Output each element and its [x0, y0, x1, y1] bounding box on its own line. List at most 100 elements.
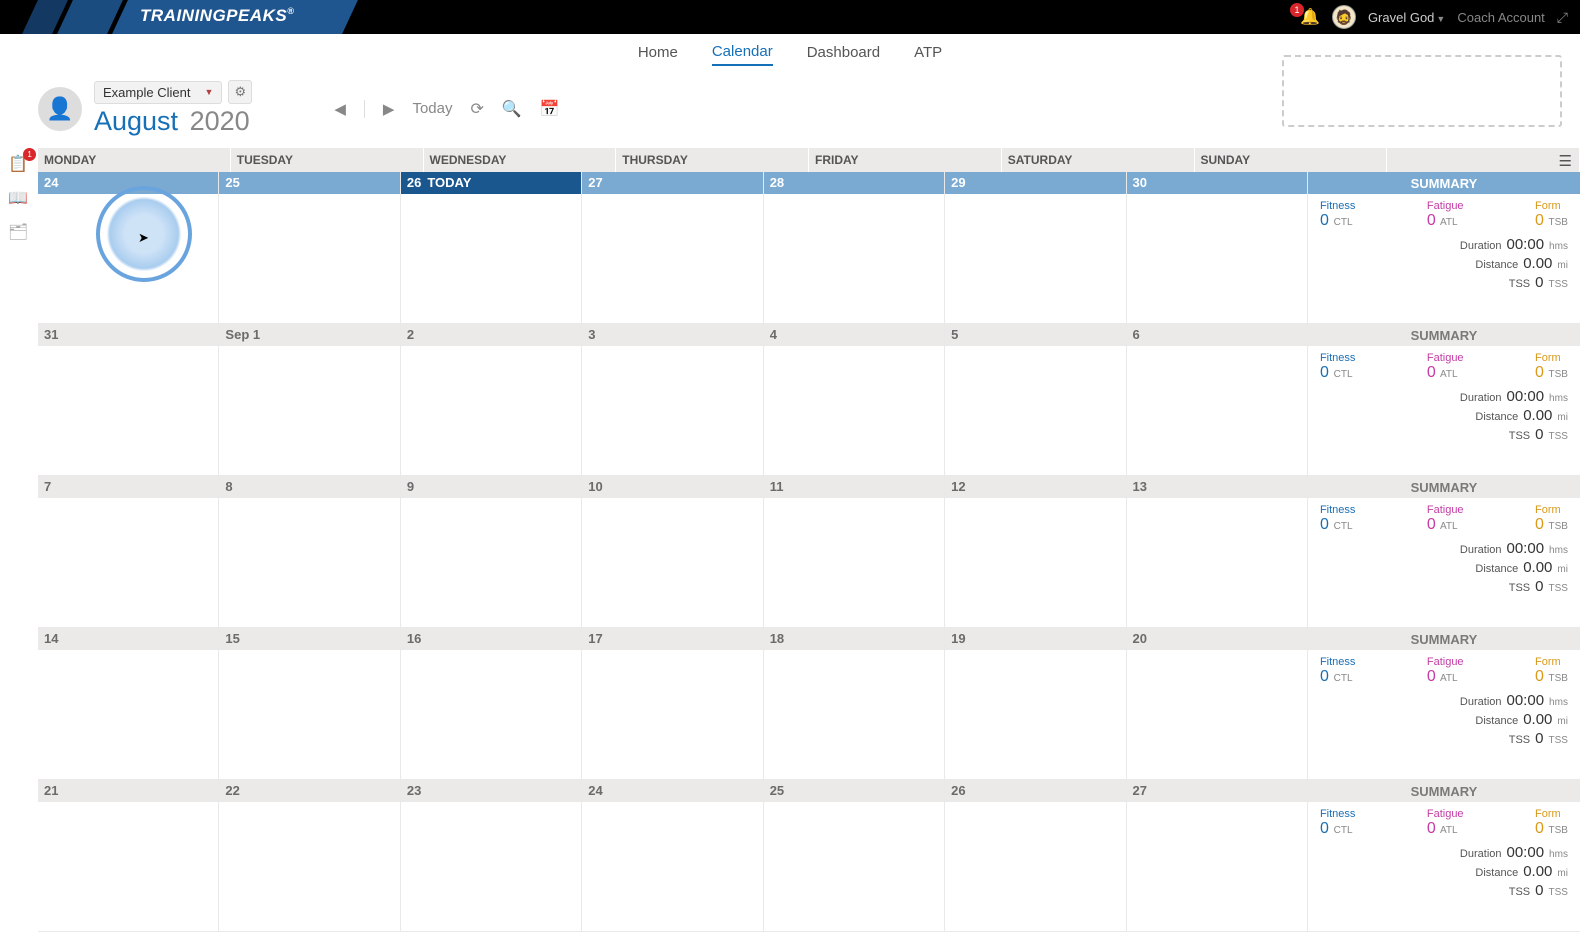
library-icon[interactable]: 📋 1 — [8, 154, 28, 174]
calendar-day[interactable]: Sep 1 — [219, 324, 400, 475]
calendar-day[interactable]: 15 — [219, 628, 400, 779]
distance-value: 0.00 — [1523, 407, 1552, 424]
calendar-day[interactable]: 31 — [38, 324, 219, 475]
duration-label: Duration — [1460, 544, 1502, 556]
form-label: Form — [1535, 504, 1568, 516]
calendar-day[interactable]: 17 — [582, 628, 763, 779]
calendar-day[interactable]: 8 — [219, 476, 400, 627]
prev-button[interactable]: ◀ — [334, 100, 346, 118]
fitness-value: 0 — [1320, 364, 1329, 381]
fitness-unit: CTL — [1331, 673, 1353, 684]
tss-value: 0 — [1535, 730, 1543, 747]
month-title: August 2020 — [94, 106, 252, 137]
calendar-day[interactable]: 26TODAY — [401, 172, 582, 323]
calendar-day[interactable]: 2 — [401, 324, 582, 475]
calendar-day[interactable]: 10 — [582, 476, 763, 627]
client-avatar[interactable]: 👤 — [38, 87, 82, 131]
calendar-day[interactable]: 12 — [945, 476, 1126, 627]
calendar-day[interactable]: 22 — [219, 780, 400, 931]
fitness-value: 0 — [1320, 820, 1329, 837]
calendar-day[interactable]: 6 — [1127, 324, 1308, 475]
calendar-day[interactable]: 30 — [1127, 172, 1308, 323]
tss-label: TSS — [1509, 582, 1530, 594]
tss-unit: TSS — [1549, 735, 1568, 746]
hamburger-icon[interactable]: ☰ — [1559, 152, 1572, 170]
calendar-day[interactable]: 5 — [945, 324, 1126, 475]
duration-value: 00:00 — [1507, 236, 1545, 253]
fullscreen-icon[interactable]: ⤢ — [1557, 9, 1568, 26]
user-name-label[interactable]: Gravel God▼ — [1368, 10, 1445, 25]
calendar-day[interactable]: 16 — [401, 628, 582, 779]
library-badge: 1 — [23, 148, 36, 161]
search-icon[interactable]: 🔍 — [502, 99, 522, 119]
nav-calendar[interactable]: Calendar — [712, 43, 773, 66]
fatigue-unit: ATL — [1438, 217, 1458, 228]
calendar-day[interactable]: 23 — [401, 780, 582, 931]
form-unit: TSB — [1546, 369, 1568, 380]
calendar-day[interactable]: 14 — [38, 628, 219, 779]
fatigue-value: 0 — [1427, 364, 1436, 381]
day-header-thu: THURSDAY — [616, 148, 809, 172]
week-summary: SUMMARY Fitness0 CTL Fatigue0 ATL Form0 … — [1308, 780, 1580, 931]
book-icon[interactable]: 📖 — [8, 188, 28, 208]
fitness-label: Fitness — [1320, 200, 1355, 212]
date-range-icon[interactable]: 📅 — [540, 99, 560, 119]
notifications-bell-icon[interactable]: 🔔 1 — [1300, 7, 1320, 27]
calendar-day[interactable]: 21 — [38, 780, 219, 931]
calendar-day[interactable]: 4 — [764, 324, 945, 475]
calendar-day[interactable]: 19 — [945, 628, 1126, 779]
nav-home[interactable]: Home — [638, 44, 678, 65]
calendar-day[interactable]: 27 — [582, 172, 763, 323]
calendar-day[interactable]: 24 ➤ — [38, 172, 219, 323]
distance-value: 0.00 — [1523, 255, 1552, 272]
duration-label: Duration — [1460, 696, 1502, 708]
client-select[interactable]: Example Client ▼ — [94, 81, 222, 104]
calendar-day[interactable]: 13 — [1127, 476, 1308, 627]
calendar-day[interactable]: 18 — [764, 628, 945, 779]
tss-unit: TSS — [1549, 279, 1568, 290]
client-settings-button[interactable]: ⚙ — [228, 80, 252, 104]
day-header-summary — [1387, 148, 1580, 172]
calendar-day[interactable]: 29 — [945, 172, 1126, 323]
chevron-down-icon: ▼ — [204, 87, 213, 97]
left-rail: 📋 1 📖 🗂 — [8, 154, 28, 242]
day-date: 6 — [1133, 327, 1140, 342]
tss-value: 0 — [1535, 426, 1543, 443]
duration-unit: hms — [1549, 241, 1568, 252]
day-date: 20 — [1133, 631, 1147, 646]
form-value: 0 — [1535, 668, 1544, 685]
calendar-day[interactable]: 26 — [945, 780, 1126, 931]
form-unit: TSB — [1546, 521, 1568, 532]
calendar-day[interactable]: 24 — [582, 780, 763, 931]
next-button[interactable]: ▶ — [383, 100, 395, 118]
day-header-sat: SATURDAY — [1002, 148, 1195, 172]
calendar-day[interactable]: 11 — [764, 476, 945, 627]
calendar-day[interactable]: 28 — [764, 172, 945, 323]
refresh-icon[interactable]: ⟳ — [470, 99, 483, 119]
calendar-day[interactable]: 25 — [219, 172, 400, 323]
day-date: 12 — [951, 479, 965, 494]
summary-title: SUMMARY — [1308, 328, 1580, 343]
calendar-day[interactable]: 25 — [764, 780, 945, 931]
nav-dashboard[interactable]: Dashboard — [807, 44, 880, 65]
calendar-day[interactable]: 9 — [401, 476, 582, 627]
nav-atp[interactable]: ATP — [914, 44, 942, 65]
fitness-value: 0 — [1320, 668, 1329, 685]
tss-unit: TSS — [1549, 431, 1568, 442]
brand-logo[interactable]: TRAININGPEAKS® — [0, 0, 360, 34]
today-button[interactable]: Today — [412, 100, 452, 117]
day-date: 16 — [407, 631, 421, 646]
client-select-label: Example Client — [103, 85, 190, 100]
calendar-day[interactable]: 7 — [38, 476, 219, 627]
calendar-day[interactable]: 3 — [582, 324, 763, 475]
duration-unit: hms — [1549, 849, 1568, 860]
coach-account-link[interactable]: Coach Account — [1457, 10, 1544, 25]
fatigue-label: Fatigue — [1427, 352, 1464, 364]
user-avatar[interactable]: 🧔 — [1332, 5, 1356, 29]
plan-icon[interactable]: 🗂 — [8, 222, 28, 242]
calendar-day[interactable]: 20 — [1127, 628, 1308, 779]
duration-unit: hms — [1549, 393, 1568, 404]
calendar-day[interactable]: 27 — [1127, 780, 1308, 931]
distance-unit: mi — [1557, 716, 1568, 727]
tss-label: TSS — [1509, 886, 1530, 898]
